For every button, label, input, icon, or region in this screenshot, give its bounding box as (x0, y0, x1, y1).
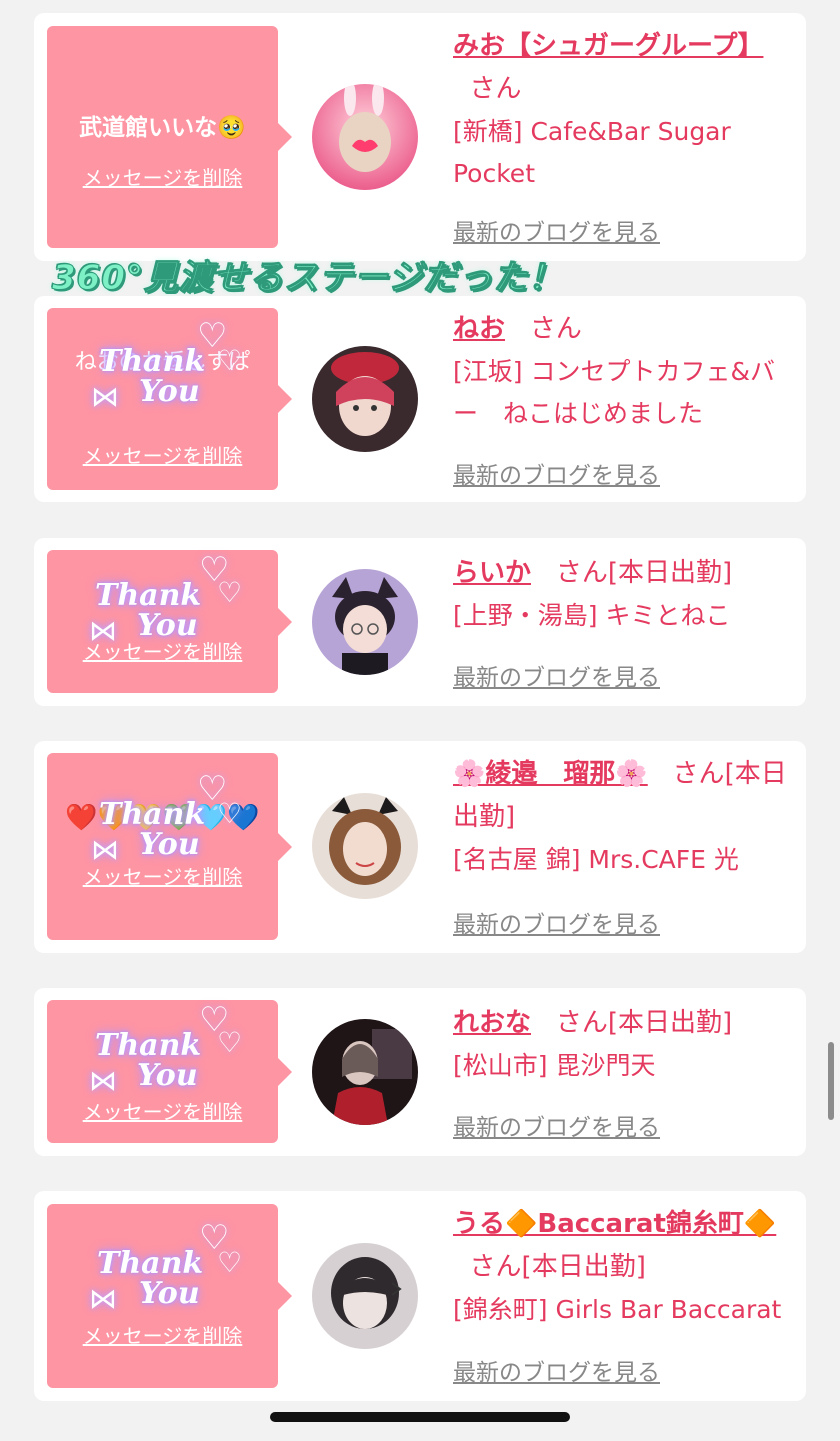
heart-icon: ♡ (199, 1000, 230, 1040)
honorific: さん (555, 558, 608, 588)
latest-blog-link[interactable]: 最新のブログを見る (453, 658, 660, 692)
delete-message-link[interactable]: メッセージを削除 (47, 162, 278, 191)
delete-message-link[interactable]: メッセージを削除 (47, 861, 278, 890)
message-bubble: Thank You ♡ ♡ ⋈ メッセージを削除 (47, 1204, 292, 1388)
latest-blog-link[interactable]: 最新のブログを見る (453, 905, 660, 939)
avatar[interactable] (312, 1243, 418, 1349)
message-text: 武道館いいな🥹 (79, 115, 246, 141)
sticker-word-thank: Thank (95, 578, 202, 613)
message-card: ❤️🧡💛💚🩵💙 Thank You ♡ ♡ ⋈ メッセージを削除 🌸綾邉 瑠那🌸… (34, 741, 806, 953)
latest-blog-link[interactable]: 最新のブログを見る (453, 456, 660, 490)
message-card: 武道館いいな🥹 メッセージを削除 みお【シュガーグループ】 さん [新橋] Ca… (34, 13, 806, 261)
ribbon-icon: ⋈ (89, 1282, 117, 1315)
status: [本日出勤] (521, 1252, 646, 1282)
message-text: ねおのお返しすぱ (74, 350, 251, 375)
cast-name-link[interactable]: うる🔶Baccarat錦糸町🔶 (453, 1209, 776, 1239)
message-bubble: Thank You ♡ ♡ ⋈ メッセージを削除 (47, 550, 292, 693)
delete-message-link[interactable]: メッセージを削除 (47, 440, 278, 469)
cast-info: らいか さん[本日出勤] [上野・湯島] キミとねこ (453, 552, 789, 637)
cast-info: 🌸綾邉 瑠那🌸 さん[本日出勤] [名古屋 錦] Mrs.CAFE 光 (453, 753, 789, 881)
message-card: Thank You ♡ ♡ ⋈ メッセージを削除 らいか さん[本日出勤] [上… (34, 538, 806, 706)
heart-icon: ♡ (217, 576, 243, 609)
delete-message-link[interactable]: メッセージを削除 (47, 636, 278, 665)
message-text: ❤️🧡💛💚🩵💙 (65, 803, 260, 833)
shop-name[interactable]: [新橋] Cafe&Bar Sugar Pocket (453, 111, 789, 195)
shop-name[interactable]: [錦糸町] Girls Bar Baccarat (453, 1289, 789, 1331)
honorific: さん (469, 1252, 522, 1282)
sticker-word-you: You (139, 1276, 200, 1311)
latest-blog-link[interactable]: 最新のブログを見る (453, 1353, 660, 1387)
sticker-word-thank: Thank (95, 1028, 202, 1063)
delete-message-link[interactable]: メッセージを削除 (47, 1320, 278, 1349)
message-bubble: ねおのお返しすぱ Thank You ♡ ♡ ⋈ メッセージを削除 (47, 308, 292, 490)
avatar[interactable] (312, 84, 418, 190)
cast-name-link[interactable]: らいか (453, 558, 531, 588)
home-indicator[interactable] (270, 1412, 570, 1422)
sticker-word-thank: Thank (97, 1246, 204, 1281)
honorific: さん (529, 314, 582, 344)
ribbon-icon: ⋈ (91, 380, 119, 413)
avatar[interactable] (312, 569, 418, 675)
avatar[interactable] (312, 1019, 418, 1125)
thank-you-sticker: Thank You ♡ ♡ ⋈ (87, 1000, 257, 1106)
cast-name-link[interactable]: れおな (453, 1008, 531, 1038)
heart-icon: ♡ (199, 550, 230, 590)
message-card: ねおのお返しすぱ Thank You ♡ ♡ ⋈ メッセージを削除 ねお さん … (34, 296, 806, 502)
cast-name-link[interactable]: ねお (453, 314, 505, 344)
cast-info: うる🔶Baccarat錦糸町🔶 さん[本日出勤] [錦糸町] Girls Bar… (453, 1203, 789, 1331)
cast-name-link[interactable]: 🌸綾邉 瑠那🌸 (453, 759, 648, 789)
message-bubble: ❤️🧡💛💚🩵💙 Thank You ♡ ♡ ⋈ メッセージを削除 (47, 753, 292, 940)
message-card: Thank You ♡ ♡ ⋈ メッセージを削除 うる🔶Baccarat錦糸町🔶… (34, 1191, 806, 1401)
latest-blog-link[interactable]: 最新のブログを見る (453, 213, 660, 247)
ribbon-icon: ⋈ (89, 1064, 117, 1097)
honorific: さん (555, 1008, 608, 1038)
thank-you-sticker: Thank You ♡ ♡ ⋈ (87, 1218, 257, 1324)
honorific: さん (469, 74, 522, 104)
avatar[interactable] (312, 346, 418, 452)
overlay-caption: 360°見渡せるステージだった！ (51, 258, 564, 299)
shop-name[interactable]: [上野・湯島] キミとねこ (453, 595, 789, 637)
shop-name[interactable]: [松山市] 毘沙門天 (453, 1045, 789, 1087)
scrollbar[interactable] (828, 1042, 834, 1120)
avatar[interactable] (312, 793, 418, 899)
status: [本日出勤] (607, 1008, 733, 1038)
cast-info: みお【シュガーグループ】 さん [新橋] Cafe&Bar Sugar Pock… (453, 25, 789, 195)
shop-name[interactable]: [江坂] コンセプトカフェ&バー ねこはじめました (453, 351, 789, 435)
cast-name-link[interactable]: みお【シュガーグループ】 (453, 31, 763, 61)
message-bubble: Thank You ♡ ♡ ⋈ メッセージを削除 (47, 1000, 292, 1143)
heart-icon: ♡ (217, 1246, 243, 1279)
sticker-word-you: You (139, 374, 200, 409)
heart-icon: ♡ (199, 1218, 230, 1258)
heart-icon: ♡ (217, 1026, 243, 1059)
latest-blog-link[interactable]: 最新のブログを見る (453, 1108, 660, 1142)
status: [本日出勤] (607, 558, 733, 588)
sticker-word-you: You (137, 1058, 198, 1093)
cast-info: ねお さん [江坂] コンセプトカフェ&バー ねこはじめました (453, 308, 789, 435)
honorific: さん (672, 759, 725, 789)
message-bubble: 武道館いいな🥹 メッセージを削除 (47, 26, 292, 248)
message-card: Thank You ♡ ♡ ⋈ メッセージを削除 れおな さん[本日出勤] [松… (34, 988, 806, 1156)
delete-message-link[interactable]: メッセージを削除 (47, 1096, 278, 1125)
cast-info: れおな さん[本日出勤] [松山市] 毘沙門天 (453, 1002, 789, 1087)
shop-name[interactable]: [名古屋 錦] Mrs.CAFE 光 (453, 839, 789, 881)
